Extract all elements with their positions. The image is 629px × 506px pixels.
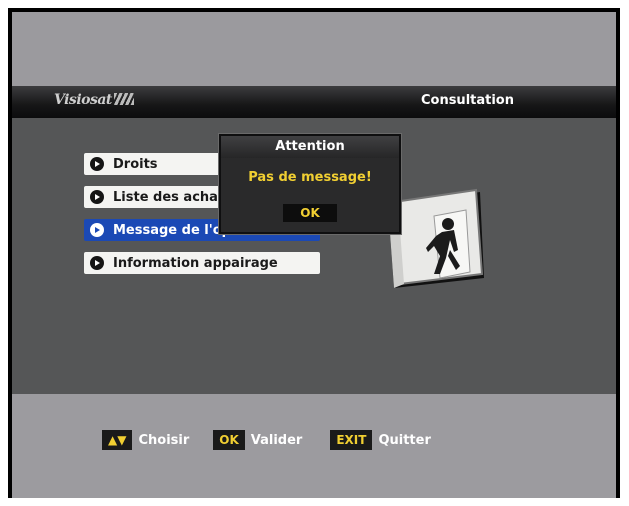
- ok-button[interactable]: OK: [283, 204, 337, 222]
- arrow-circle-icon: [90, 190, 104, 204]
- arrow-circle-icon: [90, 157, 104, 171]
- exit-key-icon: EXIT: [330, 430, 373, 450]
- dialog-message: Pas de message!: [248, 170, 372, 185]
- menu-item-label: Liste des achats: [113, 189, 232, 205]
- attention-dialog: Attention Pas de message! OK: [219, 134, 401, 234]
- key-label-valider: Valider: [250, 432, 303, 448]
- key-label-quitter: Quitter: [378, 432, 431, 448]
- arrow-circle-icon: [90, 256, 104, 270]
- brand-logo: Visiosat: [54, 92, 134, 108]
- menu-item-label: Information appairage: [113, 255, 278, 271]
- key-legend: ▲▼ Choisir OK Valider EXIT Quitter: [102, 430, 431, 450]
- ok-key-icon: OK: [213, 430, 245, 450]
- page-title: Consultation: [420, 93, 514, 108]
- tv-screen: Visiosat Consultation Droits Liste des a…: [12, 12, 616, 498]
- footer-bar: ▲▼ Choisir OK Valider EXIT Quitter: [12, 394, 616, 498]
- dialog-title: Attention: [221, 136, 399, 158]
- arrow-circle-icon: [90, 223, 104, 237]
- header-bar: Visiosat Consultation: [12, 86, 616, 118]
- menu-item-information-appairage[interactable]: Information appairage: [84, 252, 320, 274]
- key-label-choisir: Choisir: [138, 432, 190, 448]
- menu-item-label: Droits: [113, 156, 158, 172]
- up-down-arrows-icon: ▲▼: [102, 430, 133, 450]
